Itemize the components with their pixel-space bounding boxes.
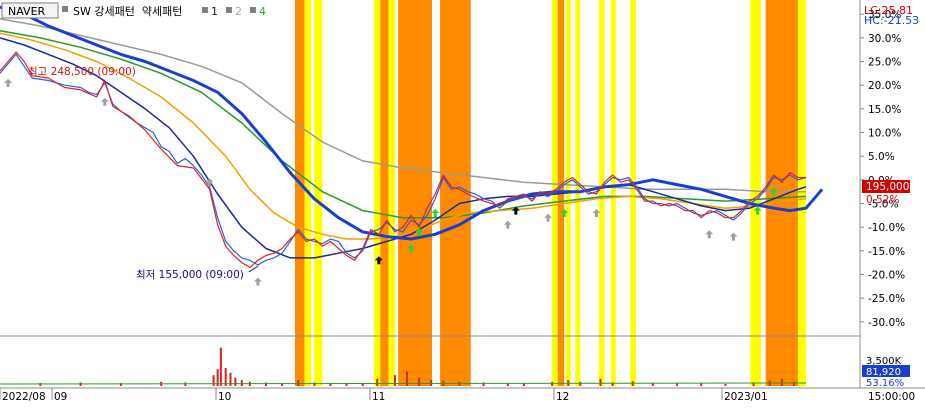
highlight-band: [373, 0, 381, 386]
hc-indicator: HC:-21.53: [864, 14, 919, 27]
volume-bar: [219, 347, 222, 386]
highlight-band: [314, 0, 323, 386]
y-tick-label: -30.0%: [868, 317, 905, 329]
pattern-legend-swatch: [226, 7, 232, 13]
y-tick-label: -20.0%: [868, 269, 905, 281]
volume-bar: [212, 375, 215, 386]
x-tick-label: 2023/01: [724, 391, 768, 403]
pattern-legend-label: 4: [259, 5, 266, 18]
volume-bar: [313, 382, 316, 386]
highlight-band: [630, 0, 636, 386]
x-tick-label: 10: [218, 391, 231, 403]
y-tick-label: 15.0%: [868, 104, 901, 116]
high-annotation: 최고 248,500 (09:00): [28, 66, 136, 78]
y-tick-label: 20.0%: [868, 80, 901, 92]
volume-bar: [724, 383, 727, 386]
volume-current: 81,920: [866, 367, 901, 378]
x-tick-label: 15:00:00: [868, 391, 915, 403]
pattern-legend-swatch: [250, 7, 256, 13]
pattern-legend-label: 1: [211, 5, 218, 18]
x-tick-label: 11: [372, 391, 385, 403]
volume-bar: [792, 381, 795, 386]
pattern-legend-label: 2: [235, 5, 242, 18]
y-tick-label: -10.0%: [868, 222, 905, 234]
highlight-band: [750, 0, 761, 386]
volume-bar: [599, 378, 602, 386]
highlight-band: [388, 0, 395, 386]
x-tick-label: 2022/08: [2, 391, 46, 403]
legend-swatch-icon: [62, 6, 68, 12]
volume-bar: [240, 380, 243, 386]
y-tick-label: 25.0%: [868, 57, 901, 69]
y-tick-label: -25.0%: [868, 293, 905, 305]
symbol-label: NAVER: [8, 5, 46, 18]
highlight-band: [765, 0, 798, 386]
y-tick-label: 5.0%: [868, 151, 895, 163]
highlight-band: [398, 0, 433, 386]
volume-bar: [234, 377, 237, 386]
volume-bar: [418, 377, 421, 386]
y-tick-label: 10.0%: [868, 128, 901, 140]
volume-bar: [551, 381, 554, 386]
volume-bar: [780, 378, 783, 386]
price-change-pct: 0.52%: [866, 194, 899, 206]
volume-pct: 53.16%: [866, 378, 904, 389]
volume-bar: [297, 380, 300, 386]
y-tick-label: -15.0%: [868, 246, 905, 258]
low-annotation: 최저 155,000 (09:00): [136, 269, 244, 281]
highlight-band: [294, 0, 305, 386]
highlight-band: [380, 0, 389, 386]
stock-chart-svg[interactable]: NAVER SW 강세패턴 약세패턴 124 35.0%30.0%25.0%20…: [0, 0, 925, 407]
x-tick-label: 09: [54, 391, 67, 403]
volume-bar: [393, 375, 396, 386]
price-tag-value: 195,000: [866, 181, 909, 193]
volume-bar: [579, 381, 582, 386]
highlight-band: [610, 0, 616, 386]
y-tick-label: 30.0%: [868, 33, 901, 45]
volume-bar: [264, 382, 267, 386]
chart-window: NAVER SW 강세패턴 약세패턴 124 35.0% 30.0% 25.0% 20…: [0, 0, 925, 407]
volume-bar: [376, 378, 379, 386]
highlight-band: [797, 0, 806, 386]
volume-bar: [676, 383, 679, 386]
pattern-legend-text: SW 강세패턴 약세패턴: [73, 4, 182, 18]
highlight-band: [598, 0, 605, 386]
volume-bar: [700, 383, 703, 386]
x-tick-label: 12: [556, 391, 569, 403]
pattern-legend-swatch: [202, 7, 208, 13]
